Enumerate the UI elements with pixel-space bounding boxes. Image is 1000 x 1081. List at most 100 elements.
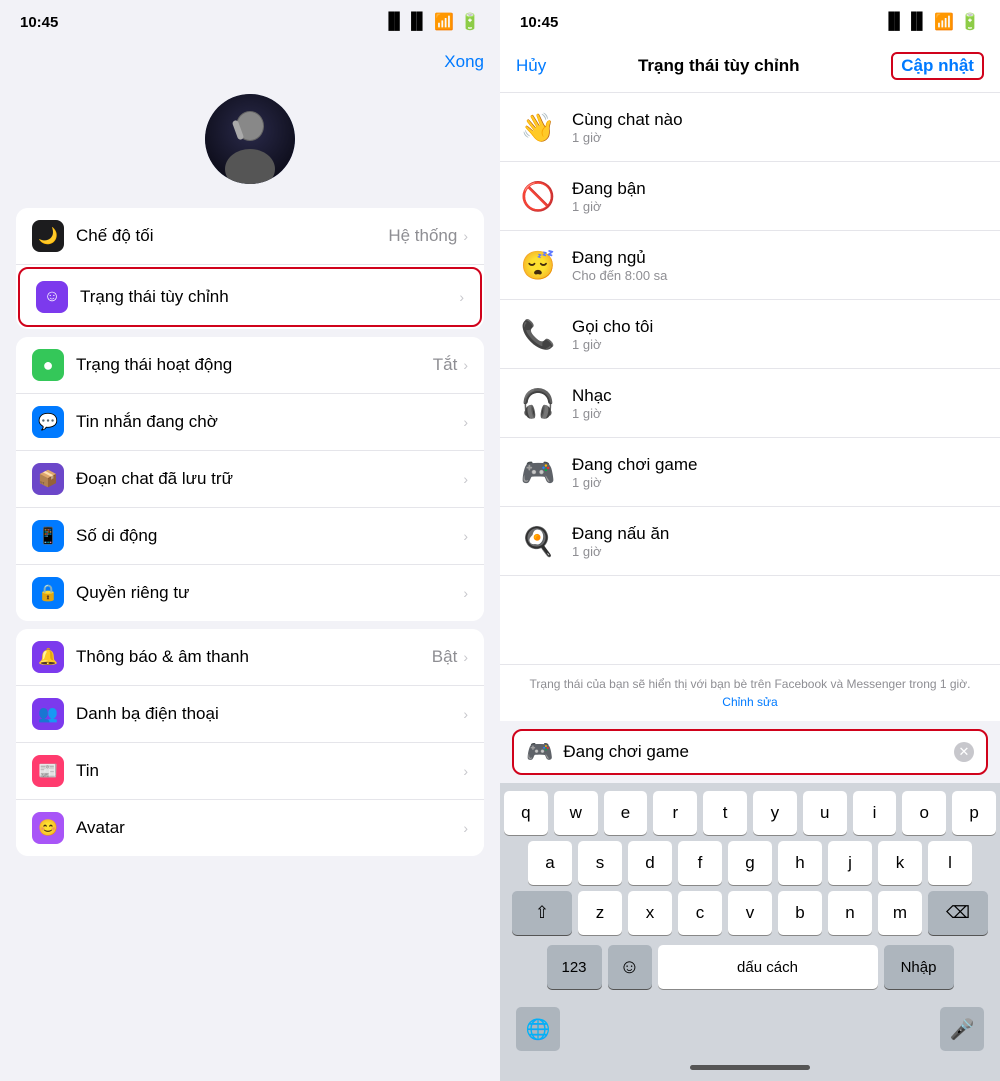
settings-row-phone[interactable]: 📱 Số di động › (16, 508, 484, 565)
key-e[interactable]: e (604, 791, 648, 835)
key-u[interactable]: u (803, 791, 847, 835)
active-status-chevron: › (463, 357, 468, 373)
cap-nhat-button[interactable]: Cập nhật (891, 52, 984, 80)
key-c[interactable]: c (678, 891, 722, 935)
key-r[interactable]: r (653, 791, 697, 835)
key-globe[interactable]: 🌐 (516, 1007, 560, 1051)
key-z[interactable]: z (578, 891, 622, 935)
phone-label: Số di động (76, 526, 463, 546)
key-k[interactable]: k (878, 841, 922, 885)
status-item-nau-an[interactable]: 🍳 Đang nấu ăn 1 giờ (500, 507, 1000, 576)
settings-row-privacy[interactable]: 🔒 Quyền riêng tư › (16, 565, 484, 621)
settings-row-dark-mode[interactable]: 🌙 Chế độ tối Hệ thống › (16, 208, 484, 265)
goi-cho-toi-sub: 1 giờ (572, 337, 653, 352)
key-n[interactable]: n (828, 891, 872, 935)
settings-row-archive[interactable]: 📦 Đoạn chat đã lưu trữ › (16, 451, 484, 508)
key-h[interactable]: h (778, 841, 822, 885)
key-x[interactable]: x (628, 891, 672, 935)
left-time: 10:45 (20, 14, 58, 31)
settings-row-contacts[interactable]: 👥 Danh bạ điện thoại › (16, 686, 484, 743)
custom-status-chevron: › (459, 289, 464, 305)
status-item-goi-cho-toi[interactable]: 📞 Gọi cho tôi 1 giờ (500, 300, 1000, 369)
key-mic[interactable]: 🎤 (940, 1007, 984, 1051)
settings-row-notifications[interactable]: 🔔 Thông báo & âm thanh Bật › (16, 629, 484, 686)
key-o[interactable]: o (902, 791, 946, 835)
dang-ngu-text: Đang ngủ Cho đến 8:00 sa (572, 248, 667, 283)
custom-status-icon: ☺ (36, 281, 68, 313)
key-p[interactable]: p (952, 791, 996, 835)
settings-row-avatar[interactable]: 😊 Avatar › (16, 800, 484, 856)
key-t[interactable]: t (703, 791, 747, 835)
key-v[interactable]: v (728, 891, 772, 935)
key-b[interactable]: b (778, 891, 822, 935)
keyboard-row-2: a s d f g h j k l (504, 841, 996, 885)
keyboard-row-1: q w e r t y u i o p (504, 791, 996, 835)
key-y[interactable]: y (753, 791, 797, 835)
news-icon: 📰 (32, 755, 64, 787)
key-w[interactable]: w (554, 791, 598, 835)
custom-status-label: Trạng thái tùy chỉnh (80, 287, 459, 307)
news-right: › (463, 763, 468, 779)
chinh-sua-link[interactable]: Chỉnh sửa (722, 695, 777, 709)
privacy-label: Quyền riêng tư (76, 583, 463, 603)
status-note: Trạng thái của bạn sẽ hiển thị với bạn b… (500, 664, 1000, 721)
dang-ban-text: Đang bận 1 giờ (572, 179, 646, 214)
key-backspace[interactable]: ⌫ (928, 891, 988, 935)
status-text-input[interactable] (563, 742, 954, 762)
xong-button[interactable]: Xong (444, 52, 484, 72)
keyboard: q w e r t y u i o p a s d f g h j k l ⇧ … (500, 783, 1000, 1081)
huy-button[interactable]: Hủy (516, 56, 546, 76)
key-a[interactable]: a (528, 841, 572, 885)
key-numbers[interactable]: 123 (547, 945, 602, 989)
right-wifi-icon: 📶 (934, 12, 954, 32)
key-s[interactable]: s (578, 841, 622, 885)
key-l[interactable]: l (928, 841, 972, 885)
status-list: 👋 Cùng chat nào 1 giờ 🚫 Đang bận 1 giờ 😴… (500, 93, 1000, 664)
dark-mode-label: Chế độ tối (76, 226, 388, 246)
right-nav: Hủy Trạng thái tùy chỉnh Cập nhật (500, 44, 1000, 93)
home-indicator (504, 1057, 996, 1077)
key-emoji[interactable]: ☺ (608, 945, 652, 989)
user-avatar[interactable] (205, 94, 295, 184)
game-text: Đang chơi game 1 giờ (572, 455, 698, 490)
nau-an-sub: 1 giờ (572, 544, 669, 559)
phone-right: › (463, 528, 468, 544)
keyboard-row-3: ⇧ z x c v b n m ⌫ (504, 891, 996, 935)
dang-ngu-name: Đang ngủ (572, 248, 667, 268)
key-enter[interactable]: Nhập (884, 945, 954, 989)
status-item-game[interactable]: 🎮 Đang chơi game 1 giờ (500, 438, 1000, 507)
input-bar: 🎮 ✕ (512, 729, 988, 775)
key-m[interactable]: m (878, 891, 922, 935)
key-space[interactable]: dấu cách (658, 945, 878, 989)
active-status-content: Trạng thái hoạt động (76, 355, 433, 375)
active-status-icon: ● (32, 349, 64, 381)
status-item-cung-chat[interactable]: 👋 Cùng chat nào 1 giờ (500, 93, 1000, 162)
wifi-icon: 📶 (434, 12, 454, 32)
input-clear-button[interactable]: ✕ (954, 742, 974, 762)
status-item-nhac[interactable]: 🎧 Nhạc 1 giờ (500, 369, 1000, 438)
settings-row-active-status[interactable]: ● Trạng thái hoạt động Tắt › (16, 337, 484, 394)
right-status-icons: ▐▌▐▌ 📶 🔋 (883, 12, 980, 32)
settings-row-pending-msg[interactable]: 💬 Tin nhắn đang chờ › (16, 394, 484, 451)
active-status-label: Trạng thái hoạt động (76, 355, 433, 375)
phone-icon: 📱 (32, 520, 64, 552)
key-q[interactable]: q (504, 791, 548, 835)
settings-row-news[interactable]: 📰 Tin › (16, 743, 484, 800)
avatar-row-content: Avatar (76, 818, 463, 838)
left-header: Xong (0, 44, 500, 84)
notifications-value: Bật (432, 647, 458, 667)
key-j[interactable]: j (828, 841, 872, 885)
status-item-dang-ban[interactable]: 🚫 Đang bận 1 giờ (500, 162, 1000, 231)
key-d[interactable]: d (628, 841, 672, 885)
key-i[interactable]: i (853, 791, 897, 835)
dang-ngu-sub: Cho đến 8:00 sa (572, 268, 667, 283)
key-f[interactable]: f (678, 841, 722, 885)
pending-msg-right: › (463, 414, 468, 430)
settings-row-custom-status[interactable]: ☺ Trạng thái tùy chỉnh › (18, 267, 482, 327)
status-item-dang-ngu[interactable]: 😴 Đang ngủ Cho đến 8:00 sa (500, 231, 1000, 300)
key-g[interactable]: g (728, 841, 772, 885)
phone-chevron: › (463, 528, 468, 544)
dark-mode-content: Chế độ tối (76, 226, 388, 246)
key-shift[interactable]: ⇧ (512, 891, 572, 935)
archive-chevron: › (463, 471, 468, 487)
